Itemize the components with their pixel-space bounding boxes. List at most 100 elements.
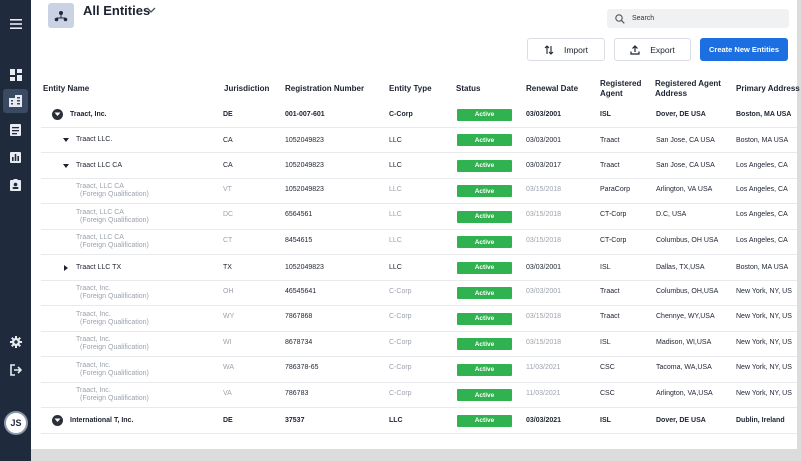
col-entity-type[interactable]: Entity Type (389, 84, 432, 94)
renewal-cell: 03/03/2001 (526, 136, 562, 144)
col-entity-name[interactable]: Entity Name (43, 84, 89, 94)
entity-name[interactable]: Traact LLC. (76, 136, 112, 143)
type-cell: C-Corp (389, 287, 412, 295)
entity-name[interactable]: Traact, LLC CA (76, 234, 124, 241)
dashboard-icon[interactable] (8, 67, 23, 82)
import-label: Import (563, 44, 589, 55)
table-row[interactable]: Traact LLC TX TX 1052049823 LLC 03/03/2001 IS… (41, 255, 797, 281)
table-row[interactable]: Traact, Inc. (Foreign Qualification) VA 786… (41, 383, 797, 408)
contact-card-icon[interactable] (8, 177, 23, 192)
table-row[interactable]: Traact LLC CA CA 1052049823 LLC 03/03/2017 Tr… (41, 153, 797, 179)
table-row[interactable]: Traact, LLC CA (Foreign Qualification) VT 1… (41, 179, 797, 204)
expand-toggle-icon[interactable] (52, 415, 63, 426)
col-jurisdiction[interactable]: Jurisdiction (224, 84, 269, 94)
entity-name[interactable]: Traact LLC CA (76, 162, 122, 169)
logout-icon[interactable] (8, 362, 23, 377)
entity-name-cell: Traact, Inc. (Foreign Qualification) (76, 281, 149, 306)
agent-addr-cell: Tacoma, WA,USA (656, 364, 712, 371)
agent-addr-cell: San Jose, CA USA (656, 162, 715, 169)
agent-addr-cell: Dover, DE USA (656, 111, 706, 118)
agent-addr-cell: Columbus, OH,USA (656, 287, 719, 295)
entity-name-cell: Traact, Inc. (Foreign Qualification) (76, 332, 149, 357)
sidebar: JS (0, 0, 31, 461)
col-status[interactable]: Status (456, 84, 480, 94)
status-badge: Active (457, 312, 512, 325)
entity-name[interactable]: Traact LLC TX (76, 264, 121, 271)
main-panel: All Entities Search Import Export Create… (31, 0, 800, 449)
chart-icon[interactable] (8, 150, 23, 165)
primary-cell: Los Angeles, CA (736, 211, 788, 218)
entity-name[interactable]: Traact, LLC CA (76, 209, 124, 216)
jurisdiction-cell: VA (223, 389, 232, 397)
table-row[interactable]: Traact, LLC CA (Foreign Qualification) CT 8… (41, 230, 797, 255)
entity-name[interactable]: Traact, LLC CA (76, 183, 124, 190)
table-row[interactable]: Traact, Inc. (Foreign Qualification) WY 786… (41, 306, 797, 332)
status-badge: Active (457, 389, 512, 401)
reg-cell: 8678734 (285, 338, 313, 346)
col-registered-agent-address[interactable]: Registered Agent Address (655, 79, 735, 99)
entity-name[interactable]: International T, Inc. (70, 417, 133, 424)
entity-qualification: (Foreign Qualification) (80, 344, 149, 351)
type-cell: LLC (389, 264, 402, 271)
status-badge: Active (457, 185, 512, 197)
chevron-down-icon[interactable] (145, 4, 157, 16)
menu-icon[interactable] (8, 16, 23, 31)
create-new-entities-button[interactable]: Create New Entities (700, 38, 788, 61)
entity-name[interactable]: Traact, Inc. (76, 362, 111, 369)
search-input[interactable]: Search (607, 9, 789, 28)
search-icon (615, 13, 625, 24)
table-header: Entity Name Jurisdiction Registration Nu… (31, 78, 800, 102)
document-icon[interactable] (8, 122, 23, 137)
table-row[interactable]: Traact, LLC CA (Foreign Qualification) DC 6… (41, 204, 797, 230)
entity-name-cell: Traact, Inc. (52, 102, 107, 127)
primary-cell: Boston, MA USA (736, 111, 792, 118)
import-button[interactable]: Import (527, 38, 605, 61)
reg-cell: 37537 (285, 417, 305, 424)
col-primary-address[interactable]: Primary Address (736, 84, 800, 94)
col-registration-number[interactable]: Registration Number (285, 84, 364, 94)
caret-down-icon[interactable] (61, 161, 71, 171)
col-renewal-date[interactable]: Renewal Date (526, 84, 578, 94)
entity-name-cell: Traact, LLC CA (Foreign Qualification) (76, 204, 149, 229)
entity-name[interactable]: Traact, Inc. (76, 387, 111, 394)
table-row[interactable]: Traact, Inc. DE 001-007-601 C-Corp 03/03/200… (41, 102, 797, 128)
reg-cell: 786783 (285, 389, 309, 397)
type-cell: C-Corp (389, 313, 412, 320)
jurisdiction-cell: DC (223, 211, 234, 218)
jurisdiction-cell: OH (223, 287, 234, 295)
status-badge: Active (457, 287, 512, 299)
entity-name[interactable]: Traact, Inc. (76, 336, 111, 343)
entities-icon[interactable] (3, 89, 28, 113)
avatar[interactable]: JS (4, 411, 28, 435)
primary-cell: Boston, MA USA (736, 136, 789, 144)
renewal-cell: 03/03/2001 (526, 264, 562, 271)
table-row[interactable]: Traact, Inc. (Foreign Qualification) OH 465… (41, 281, 797, 306)
col-registered-agent[interactable]: Registered Agent (600, 79, 648, 99)
renewal-cell: 03/15/2018 (526, 211, 562, 218)
type-cell: LLC (389, 162, 402, 169)
entity-name[interactable]: Traact, Inc. (76, 285, 111, 292)
caret-down-icon[interactable] (61, 135, 71, 145)
table-row[interactable]: Traact, Inc. (Foreign Qualification) WA 786… (41, 357, 797, 383)
entity-name[interactable]: Traact, Inc. (70, 111, 107, 118)
entity-qualification: (Foreign Qualification) (80, 369, 149, 377)
renewal-cell: 03/03/2021 (526, 417, 562, 424)
caret-right-icon[interactable] (61, 263, 71, 273)
settings-icon[interactable] (8, 334, 23, 349)
renewal-cell: 03/03/2001 (526, 287, 562, 295)
export-label: Export (650, 44, 675, 55)
search-placeholder: Search (632, 15, 655, 22)
reg-cell: 7867868 (285, 313, 313, 320)
table-row[interactable]: International T, Inc. DE 37537 LLC 03/03/202… (41, 408, 797, 434)
primary-cell: New York, NY, US (736, 364, 792, 371)
expand-toggle-icon[interactable] (52, 109, 63, 120)
reg-cell: 8454615 (285, 236, 313, 244)
table-row[interactable]: Traact LLC. CA 1052049823 LLC 03/03/2001 Traa… (41, 128, 797, 153)
export-button[interactable]: Export (614, 38, 691, 61)
table-row[interactable]: Traact, Inc. (Foreign Qualification) WI 867… (41, 332, 797, 357)
agent-cell: Traact (600, 313, 620, 320)
type-cell: LLC (389, 211, 402, 218)
entity-qualification: (Foreign Qualification) (80, 318, 149, 326)
status-badge: Active (457, 134, 512, 146)
entity-name[interactable]: Traact, Inc. (76, 311, 111, 318)
